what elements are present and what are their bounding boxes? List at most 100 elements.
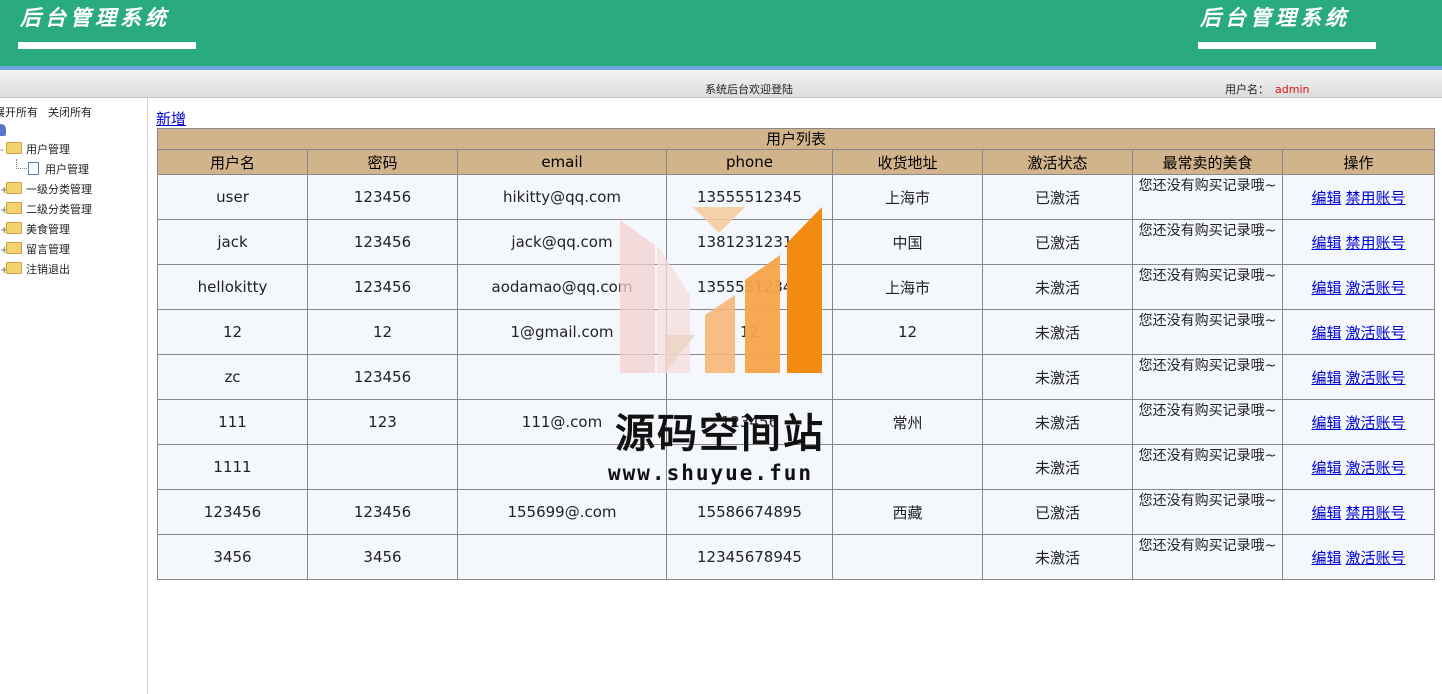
folder-icon [6,222,22,234]
account-toggle-link[interactable]: 激活账号 [1346,369,1406,387]
cell-username: 1111 [157,444,308,490]
cell-status: 已激活 [982,489,1133,535]
cell-phone: 12 [666,309,833,355]
tree-node-message[interactable]: + 留言管理 [0,242,70,258]
cell-address: 西藏 [832,489,983,535]
table-row: 3456 3456 12345678945 未激活 您还没有购买记录哦~ 编辑 激活账号 [157,534,1436,580]
account-toggle-link[interactable]: 激活账号 [1346,459,1406,477]
tree-node-label: 注销退出 [26,263,70,276]
tree-node-cat2[interactable]: + 二级分类管理 [0,202,92,218]
cell-email [457,354,667,400]
table-row: 111 123 111@.com 123456 常州 未激活 您还没有购买记录哦~ 编辑 激活账… [157,399,1436,445]
column-header-actions: 操作 [1281,149,1436,175]
sidebar-tree: 展开所有关闭所有 -用户管理 用户管理 +一级分类管理 +二级分类管理 +美食管… [0,98,148,694]
account-toggle-link[interactable]: 禁用账号 [1346,234,1406,252]
table-row: 123456 123456 155699@.com 15586674895 西藏 已激活您… [157,489,1436,535]
account-toggle-link[interactable]: 激活账号 [1346,324,1406,342]
cell-food: 您还没有购买记录哦~ [1132,174,1283,220]
status-bar: 系统后台欢迎登陆 用户名： admin [0,70,1442,98]
edit-link[interactable]: 编辑 [1311,504,1341,522]
cell-password: 123456 [307,354,458,400]
table-row: 1111 未激活 您还没有购买记录哦~ 编辑 激活账号 [157,444,1436,490]
tree-node-logout[interactable]: + 注销退出 [0,262,70,278]
cell-status: 未激活 [982,354,1133,400]
cell-actions: 编辑 激活账号 [1281,444,1436,490]
edit-link[interactable]: 编辑 [1311,279,1341,297]
cell-address: 中国 [832,219,983,265]
cell-food: 您还没有购买记录哦~ [1132,534,1283,580]
logo-left: 后台管理系统 [18,4,196,52]
table-row: 12 12 1@gmail.com 12 12 未激活 您还没有购买记录哦~ 编辑 激活账号 [157,309,1436,355]
edit-link[interactable]: 编辑 [1311,459,1341,477]
cell-username: 12 [157,309,308,355]
cell-email: 111@.com [457,399,667,445]
tree-node-cat1[interactable]: + 一级分类管理 [0,182,92,198]
cell-phone: 13555512345 [666,174,833,220]
tree-node-label: 留言管理 [26,243,70,256]
table-header-row: 用户名 密码 email phone 收货地址 激活状态 最常卖的美食 操作 [157,149,1436,175]
cell-phone: 13812312312 [666,219,833,265]
cell-phone [666,354,833,400]
cell-password: 123456 [307,174,458,220]
cell-food: 您还没有购买记录哦~ [1132,489,1283,535]
cell-status: 未激活 [982,399,1133,445]
logo-right: 后台管理系统 [1198,4,1376,52]
cell-email [457,444,667,490]
cell-username: hellokitty [157,264,308,310]
column-header-username: 用户名 [157,149,308,175]
tree-node-user-mgmt[interactable]: - 用户管理 [0,142,70,158]
cell-address: 上海市 [832,264,983,310]
cell-actions: 编辑 激活账号 [1281,354,1436,400]
cell-food: 您还没有购买记录哦~ [1132,219,1283,265]
tree-node-label: 一级分类管理 [26,183,92,196]
table-caption-row: 用户列表 [156,128,1436,150]
folder-icon [6,262,22,274]
cell-username: 3456 [157,534,308,580]
cell-address: 12 [832,309,983,355]
edit-link[interactable]: 编辑 [1311,549,1341,567]
folder-icon [6,182,22,194]
logo-right-underline [1198,42,1376,49]
edit-link[interactable]: 编辑 [1311,324,1341,342]
cell-phone [666,444,833,490]
cell-food: 您还没有购买记录哦~ [1132,354,1283,400]
edit-link[interactable]: 编辑 [1311,234,1341,252]
tree-node-label: 用户管理 [45,163,89,176]
edit-link[interactable]: 编辑 [1311,414,1341,432]
welcome-text: 系统后台欢迎登陆 [705,83,793,96]
account-toggle-link[interactable]: 禁用账号 [1346,504,1406,522]
table-row: user 123456 hikitty@qq.com 13555512345 上海市 已激… [157,174,1436,220]
cell-password [307,444,458,490]
edit-link[interactable]: 编辑 [1311,369,1341,387]
cell-address [832,444,983,490]
account-toggle-link[interactable]: 激活账号 [1346,279,1406,297]
cell-email: aodamao@qq.com [457,264,667,310]
cell-email: hikitty@qq.com [457,174,667,220]
account-toggle-link[interactable]: 激活账号 [1346,549,1406,567]
cell-email: 1@gmail.com [457,309,667,355]
cell-status: 未激活 [982,309,1133,355]
cell-username: 123456 [157,489,308,535]
folder-open-icon [6,142,22,154]
column-header-password: 密码 [307,149,458,175]
tree-node-food[interactable]: + 美食管理 [0,222,70,238]
cell-password: 123456 [307,489,458,535]
tree-actions: 展开所有关闭所有 [0,104,102,120]
tree-node-label: 二级分类管理 [26,203,92,216]
add-user-link[interactable]: 新增 [156,108,186,129]
cell-email: 155699@.com [457,489,667,535]
collapse-all-link[interactable]: 关闭所有 [48,106,92,119]
cell-address [832,534,983,580]
user-name: admin [1275,83,1310,96]
cell-password: 123 [307,399,458,445]
table-row: jack 123456 jack@qq.com 13812312312 中国 已激活 您还没… [157,219,1436,265]
folder-icon [6,242,22,254]
tree-connector [16,159,27,169]
user-table: 用户列表 用户名 密码 email phone 收货地址 激活状态 最常卖的美食… [156,128,1436,580]
expand-all-link[interactable]: 展开所有 [0,106,38,119]
edit-link[interactable]: 编辑 [1311,189,1341,207]
cell-actions: 编辑 激活账号 [1281,534,1436,580]
account-toggle-link[interactable]: 禁用账号 [1346,189,1406,207]
tree-node-user-mgmt-child[interactable]: 用户管理 [28,162,89,178]
account-toggle-link[interactable]: 激活账号 [1346,414,1406,432]
